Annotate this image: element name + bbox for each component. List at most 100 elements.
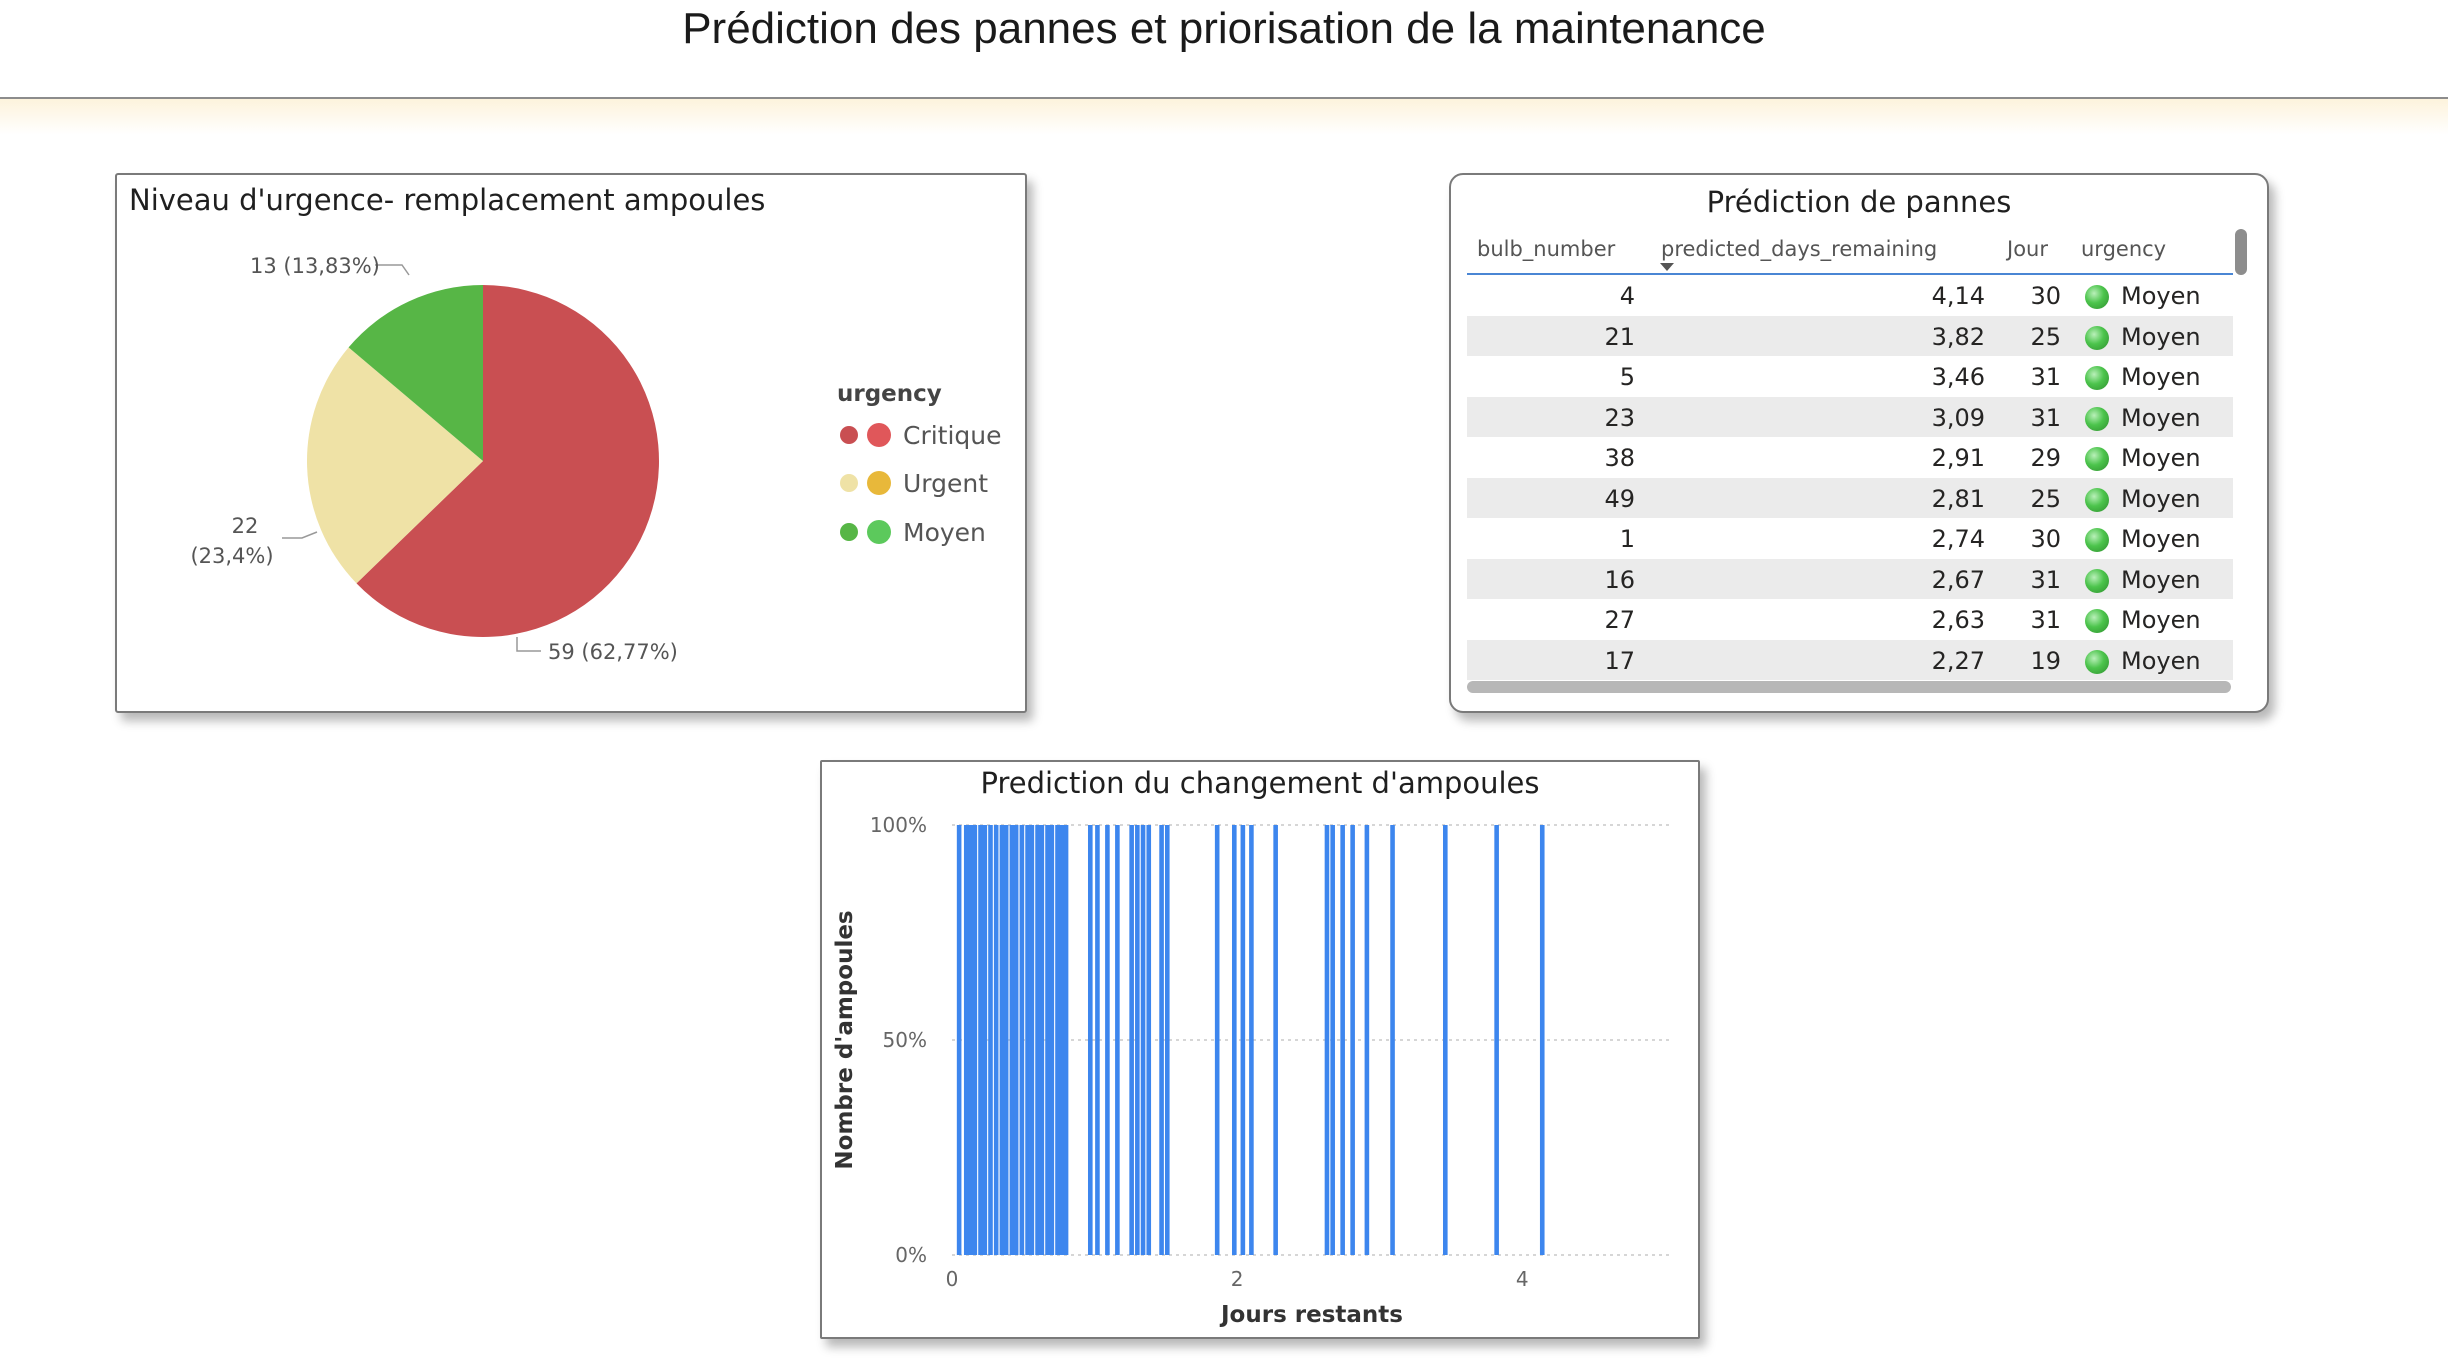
page-header: Prédiction des pannes et priorisation de… xyxy=(0,0,2448,99)
bulb-change-chart-card[interactable]: Prediction du changement d'ampoules 0% 50… xyxy=(820,760,1700,1339)
column-header-urgency[interactable]: urgency xyxy=(2081,237,2166,261)
bar[interactable] xyxy=(1340,825,1345,1255)
bar[interactable] xyxy=(1135,825,1140,1255)
bar[interactable] xyxy=(1049,825,1055,1255)
bar[interactable] xyxy=(1390,825,1395,1255)
bar[interactable] xyxy=(1035,825,1040,1255)
table-row[interactable]: 21 3,82 25 Moyen xyxy=(1467,315,2233,356)
legend-item-moyen[interactable]: Moyen xyxy=(840,518,986,547)
bar[interactable] xyxy=(1059,825,1065,1255)
vertical-scrollbar[interactable] xyxy=(2235,229,2247,275)
bar[interactable] xyxy=(968,825,973,1255)
bar[interactable] xyxy=(1129,825,1134,1255)
bar[interactable] xyxy=(1087,825,1093,1255)
cell-jour: 31 xyxy=(2030,363,2061,391)
bar[interactable] xyxy=(1350,825,1355,1255)
bar[interactable] xyxy=(1214,825,1220,1255)
urgency-moyen-icon xyxy=(2085,487,2109,512)
column-header-jour[interactable]: Jour xyxy=(2007,237,2048,261)
bar[interactable] xyxy=(1146,825,1152,1255)
x-axis-title: Jours restants xyxy=(1219,1302,1403,1328)
x-tick-label: 0 xyxy=(946,1267,959,1291)
urgency-pie-chart[interactable]: 13 (13,83%) 22 (23,4%) 59 (62,77%) urgen… xyxy=(117,175,1025,711)
x-tick-label: 2 xyxy=(1231,1267,1244,1291)
bar[interactable] xyxy=(1039,825,1045,1255)
cell-jour: 19 xyxy=(2030,646,2061,675)
bar[interactable] xyxy=(988,825,993,1255)
bar[interactable] xyxy=(1019,825,1025,1255)
bar[interactable] xyxy=(1025,825,1030,1255)
cell-urgency: Moyen xyxy=(2121,403,2201,432)
table-row[interactable]: 1 2,74 30 Moyen xyxy=(1467,518,2233,559)
cell-bulb-number: 16 xyxy=(1604,565,1635,594)
bar[interactable] xyxy=(1324,825,1330,1255)
bar[interactable] xyxy=(999,825,1005,1255)
table-row[interactable]: 27 2,63 31 Moyen xyxy=(1467,599,2233,640)
column-header-predicted-days[interactable]: predicted_days_remaining xyxy=(1661,237,1937,261)
failure-prediction-table-card[interactable]: Prédiction de pannes bulb_number predict… xyxy=(1449,173,2269,713)
bar[interactable] xyxy=(1063,825,1069,1255)
bar[interactable] xyxy=(1029,825,1035,1255)
bar[interactable] xyxy=(993,825,999,1255)
bar[interactable] xyxy=(1140,825,1146,1255)
legend-item-urgent[interactable]: Urgent xyxy=(840,469,988,498)
bar[interactable] xyxy=(1164,825,1170,1255)
bar[interactable] xyxy=(1249,825,1254,1255)
bar[interactable] xyxy=(1115,825,1120,1255)
legend-item-critique[interactable]: Critique xyxy=(840,421,1002,450)
table-row[interactable]: 49 2,81 25 Moyen xyxy=(1467,477,2233,518)
table-row[interactable]: 16 2,67 31 Moyen xyxy=(1467,558,2233,599)
legend-dot-urgent xyxy=(840,474,858,492)
bar[interactable] xyxy=(1003,825,1009,1255)
cell-predicted-days: 2,74 xyxy=(1931,525,1985,553)
table-row[interactable]: 38 2,91 29 Moyen xyxy=(1467,437,2233,478)
sort-descending-icon xyxy=(1660,263,1674,271)
y-tick-label: 100% xyxy=(870,813,927,837)
urgency-moyen-icon xyxy=(2085,649,2109,674)
bar[interactable] xyxy=(963,825,969,1255)
table-row[interactable]: 23 3,09 31 Moyen xyxy=(1467,396,2233,437)
data-label-urgent-count: 22 xyxy=(232,514,259,538)
bar[interactable] xyxy=(956,825,962,1255)
table-row[interactable]: 5 3,46 31 Moyen xyxy=(1467,356,2233,397)
bar[interactable] xyxy=(1330,825,1335,1255)
table-row[interactable]: 17 2,27 19 Moyen xyxy=(1467,639,2233,680)
legend-title: urgency xyxy=(837,381,942,407)
cell-bulb-number: 5 xyxy=(1619,363,1635,391)
bar[interactable] xyxy=(1273,825,1278,1255)
bar[interactable] xyxy=(1443,825,1448,1255)
legend-sphere-moyen xyxy=(867,520,891,544)
bar[interactable] xyxy=(1009,825,1015,1255)
cell-predicted-days: 4,14 xyxy=(1931,282,1985,310)
data-label-critique: 59 (62,77%) xyxy=(548,640,678,664)
bar[interactable] xyxy=(1045,825,1050,1255)
header-divider-glow xyxy=(0,99,2448,135)
cell-urgency: Moyen xyxy=(2121,646,2201,675)
bar[interactable] xyxy=(1240,825,1246,1255)
bar[interactable] xyxy=(1231,825,1237,1255)
urgency-moyen-icon xyxy=(2085,406,2109,431)
bar[interactable] xyxy=(1095,825,1100,1255)
cell-jour: 31 xyxy=(2030,565,2061,594)
bar[interactable] xyxy=(1364,825,1370,1255)
table-row[interactable]: 4 4,14 30 Moyen xyxy=(1467,275,2233,316)
column-header-bulb-number[interactable]: bulb_number xyxy=(1477,237,1615,261)
bar[interactable] xyxy=(1055,825,1060,1255)
horizontal-scrollbar[interactable] xyxy=(1467,681,2231,693)
bar[interactable] xyxy=(1105,825,1110,1255)
bar[interactable] xyxy=(978,825,983,1255)
legend-sphere-critique xyxy=(867,423,891,447)
bar[interactable] xyxy=(1539,825,1545,1255)
legend-sphere-urgent xyxy=(867,471,891,495)
cell-predicted-days: 3,09 xyxy=(1931,403,1985,432)
legend-dot-critique xyxy=(840,426,858,444)
bar[interactable] xyxy=(1159,825,1164,1255)
urgency-pie-card[interactable]: Niveau d'urgence- remplacement ampoules … xyxy=(115,173,1027,713)
urgency-moyen-icon xyxy=(2085,568,2109,593)
urgency-moyen-icon xyxy=(2085,447,2109,471)
bar[interactable] xyxy=(1013,825,1019,1255)
bulb-change-bar-chart[interactable]: 0% 50% 100% 0 2 4 Jours restants Nombre d'ampou… xyxy=(822,762,1698,1337)
bar[interactable] xyxy=(972,825,978,1255)
bar[interactable] xyxy=(982,825,988,1255)
bar[interactable] xyxy=(1494,825,1499,1255)
